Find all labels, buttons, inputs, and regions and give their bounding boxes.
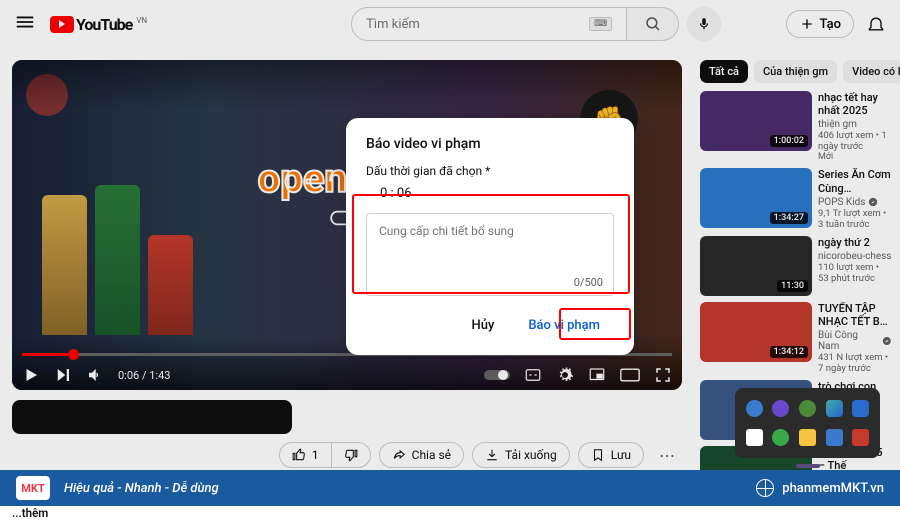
tray-icon[interactable] [826, 400, 843, 417]
tray-icon[interactable] [799, 429, 816, 446]
play-badge-icon [50, 16, 74, 33]
create-label: Tạo [820, 17, 841, 32]
like-button[interactable]: 1 [280, 443, 331, 467]
cancel-button[interactable]: Hủy [457, 310, 508, 341]
footer-logo: MKT [16, 476, 50, 500]
app-header: YouTube VN ⌨ Tạo [0, 0, 900, 48]
thumbnail[interactable]: 1:00:02 [700, 91, 812, 151]
suggestion-channel: POPS Kids [818, 197, 892, 208]
duration-badge: 1:00:02 [770, 135, 808, 147]
tab-related[interactable]: Video có liên quan [843, 60, 900, 83]
volume-icon[interactable] [86, 366, 104, 384]
theater-button[interactable] [620, 368, 640, 382]
timestamp-label: Dấu thời gian đã chọn * [366, 164, 614, 178]
menu-icon[interactable] [14, 11, 36, 37]
player-controls: 0:06 / 1:43 [22, 366, 672, 384]
suggestion-info: TUYỂN TẬP NHẠC TẾT BÙI CÔNG NAM 2025 Bùi… [818, 302, 892, 374]
fullscreen-button[interactable] [654, 366, 672, 384]
notifications-icon[interactable] [866, 14, 886, 34]
new-badge: Mới [818, 152, 892, 162]
logo-text: YouTube [76, 15, 132, 34]
search-box[interactable]: ⌨ [351, 7, 627, 41]
search-button[interactable] [627, 7, 679, 41]
system-tray-popup[interactable] [735, 388, 880, 458]
thumbnail[interactable]: 1:34:27 [700, 168, 812, 228]
tray-icon[interactable] [772, 400, 789, 417]
duration-badge: 1:34:12 [770, 346, 808, 358]
tray-handle-icon[interactable] [796, 464, 820, 468]
details-field-wrapper: 0/500 [366, 213, 614, 296]
search-input[interactable] [366, 17, 589, 32]
thumbnail[interactable]: 1:34:12 [700, 302, 812, 362]
tray-icon[interactable] [852, 400, 869, 417]
save-button[interactable]: Lưu [578, 442, 644, 468]
suggestion-channel: thiện gm [818, 119, 892, 130]
suggestion-item[interactable]: 11:30 ngày thứ 2 nicorobeu-chess 110 lượ… [700, 236, 892, 296]
download-button[interactable]: Tải xuống [472, 442, 570, 468]
suggestion-title: TUYỂN TẬP NHẠC TẾT BÙI CÔNG NAM 2025 [818, 302, 892, 328]
suggestion-meta: 9,1 Tr lượt xem • 3 tuần trước [818, 208, 892, 230]
suggestion-info: Series Ăn Cơm Cùng Doraemon #56 | Giáng … [818, 168, 892, 229]
dislike-button[interactable] [332, 443, 370, 467]
tray-icon[interactable] [826, 429, 843, 446]
details-input[interactable] [367, 214, 613, 272]
time-display: 0:06 / 1:43 [118, 369, 170, 382]
miniplayer-button[interactable] [588, 366, 606, 384]
timestamp-value[interactable]: 0 : 06 [380, 186, 614, 201]
tray-icon[interactable] [799, 400, 816, 417]
suggestion-meta: 431 N lượt xem • 7 ngày trước [818, 352, 892, 374]
tray-icon[interactable] [772, 429, 789, 446]
header-right: Tạo [786, 10, 886, 38]
suggestion-info: nhạc tết hay nhất 2025 thiện gm 406 lượt… [818, 91, 892, 162]
tray-icon[interactable] [746, 400, 763, 417]
suggestion-item[interactable]: 1:00:02 nhạc tết hay nhất 2025 thiện gm … [700, 91, 892, 162]
suggestion-title: Series Ăn Cơm Cùng Doraemon #56 | Giáng … [818, 168, 892, 194]
char-counter: 0/500 [367, 276, 613, 295]
suggestion-channel: Bùi Công Nam [818, 330, 892, 352]
suggestion-title: ngày thứ 2 [818, 236, 892, 249]
suggestion-meta: 406 lượt xem • 1 ngày trước [818, 130, 892, 152]
voice-search-button[interactable] [687, 7, 721, 41]
next-button[interactable] [54, 366, 72, 384]
more-actions-button[interactable]: ⋯ [652, 440, 682, 470]
tray-icon[interactable] [852, 429, 869, 446]
show-more-button[interactable]: ...thêm [12, 506, 48, 520]
suggestion-item[interactable]: 1:34:27 Series Ăn Cơm Cùng Doraemon #56 … [700, 168, 892, 229]
captions-button[interactable] [524, 366, 542, 384]
thumbnail[interactable]: 11:30 [700, 236, 812, 296]
youtube-logo[interactable]: YouTube VN [50, 15, 147, 34]
brand-footer: MKT Hiệu quả - Nhanh - Dễ dùng phanmemMK… [0, 470, 900, 506]
footer-slogan: Hiệu quả - Nhanh - Dễ dùng [64, 481, 219, 496]
tray-icon[interactable] [746, 429, 763, 446]
modal-title: Báo video vi phạm [366, 136, 614, 152]
tab-channel[interactable]: Của thiện gm [754, 60, 837, 83]
suggestion-tabs: Tất cả Của thiện gm Video có liên quan [700, 60, 892, 83]
create-button[interactable]: Tạo [786, 10, 854, 38]
globe-icon [756, 479, 774, 497]
video-actions: 1 Chia sẻ Tải xuống Lưu ⋯ [12, 440, 682, 470]
keyboard-icon[interactable]: ⌨ [589, 17, 612, 31]
report-button[interactable]: Báo vi phạm [514, 310, 614, 341]
suggestion-title: nhạc tết hay nhất 2025 [818, 91, 892, 117]
play-button[interactable] [22, 366, 40, 384]
suggestion-info: ngày thứ 2 nicorobeu-chess 110 lượt xem … [818, 236, 892, 296]
share-button[interactable]: Chia sẻ [379, 442, 464, 468]
settings-icon[interactable] [556, 366, 574, 384]
suggestion-item[interactable]: 1:34:12 TUYỂN TẬP NHẠC TẾT BÙI CÔNG NAM … [700, 302, 892, 374]
video-title-redacted [12, 400, 292, 434]
modal-actions: Hủy Báo vi phạm [366, 310, 614, 341]
report-modal: Báo video vi phạm Dấu thời gian đã chọn … [346, 118, 634, 355]
suggestion-meta: 110 lượt xem • 53 phút trước [818, 262, 892, 284]
like-dislike-group: 1 [279, 442, 371, 468]
footer-site[interactable]: phanmemMKT.vn [756, 479, 884, 497]
search-wrap: ⌨ [351, 7, 721, 41]
region-code: VN [136, 16, 147, 25]
duration-badge: 11:30 [777, 280, 808, 292]
suggestion-channel: nicorobeu-chess [818, 251, 892, 262]
tab-all[interactable]: Tất cả [700, 60, 748, 83]
duration-badge: 1:34:27 [770, 212, 808, 224]
autoplay-toggle[interactable] [484, 368, 510, 382]
